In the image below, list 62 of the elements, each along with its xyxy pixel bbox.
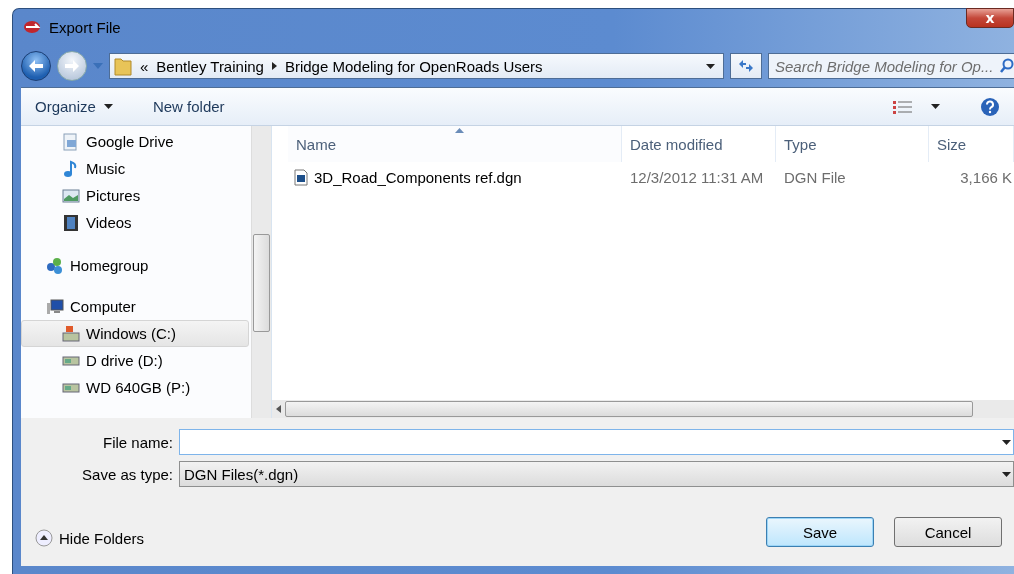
table-cell-text: DGN File: [783, 167, 847, 188]
folder-icon: [114, 56, 132, 76]
picture-icon: [62, 186, 80, 205]
sidebar-item[interactable]: Google Drive: [21, 128, 249, 155]
sidebar-item[interactable]: WD 640GB (P:): [21, 374, 249, 401]
breadcrumb-arrow-icon: [271, 62, 277, 70]
close-button[interactable]: x: [966, 8, 1014, 28]
drive-icon: [62, 324, 80, 343]
document-icon: [62, 132, 80, 151]
app-logo-icon: [23, 19, 41, 35]
computer-icon: [46, 297, 64, 316]
table-cell-text: 3,166 K: [959, 167, 1013, 188]
help-icon[interactable]: [980, 96, 1000, 117]
back-button[interactable]: [21, 51, 51, 81]
field-label: File name:: [101, 433, 173, 451]
sidebar-item[interactable]: Music: [21, 155, 249, 182]
sidebar-item[interactable]: Homegroup: [21, 252, 249, 279]
breadcrumb[interactable]: Bentley Training: [156, 57, 264, 75]
sidebar-item[interactable]: D drive (D:): [21, 347, 249, 374]
search-field[interactable]: Search Bridge Modeling for Op...: [768, 53, 1014, 79]
dialog-button[interactable]: Cancel: [894, 517, 1002, 547]
forward-button[interactable]: [57, 51, 87, 81]
refresh-arrows-icon: [738, 59, 754, 73]
dropdown-caret-icon: [1002, 439, 1011, 445]
window-title: Export File: [49, 18, 122, 36]
view-caret-icon: [931, 104, 940, 109]
homegroup-icon: [46, 256, 64, 275]
sidebar-scrollbar[interactable]: [251, 126, 271, 418]
table-cell: 3D_Road_Components ref.dgn: [288, 162, 622, 192]
address-bar[interactable]: « Bentley Training Bridge Modeling for OpenRoads Users: [109, 53, 724, 79]
collapse-circle-icon: [35, 529, 53, 547]
horizontal-scrollbar[interactable]: [272, 400, 1014, 418]
left-arrow-icon: [28, 59, 44, 73]
column-header[interactable]: Name: [288, 126, 622, 162]
overflow-chevron[interactable]: «: [140, 57, 149, 75]
right-arrow-icon: [64, 59, 80, 73]
refresh-button[interactable]: [730, 53, 762, 79]
breadcrumb[interactable]: Bridge Modeling for OpenRoads Users: [284, 57, 543, 75]
sidebar-item[interactable]: Computer: [21, 293, 249, 320]
file-name-field[interactable]: [179, 429, 1014, 455]
scroll-left-icon: [276, 405, 281, 413]
table-cell-text: 12/3/2012 11:31 AM: [629, 167, 765, 188]
toolbar-button[interactable]: New folder: [152, 98, 225, 115]
search-icon: [1000, 58, 1014, 74]
file-type-select[interactable]: DGN Files(*.dgn): [179, 461, 1014, 487]
dropdown-caret-icon: [706, 63, 715, 69]
sidebar-item[interactable]: Pictures: [21, 182, 249, 209]
sidebar-item[interactable]: Windows (C:): [21, 320, 249, 347]
hide-folders-button[interactable]: Hide Folders: [35, 529, 145, 547]
field-label: Save as type:: [81, 465, 173, 483]
sort-arrow-icon: [454, 128, 464, 133]
film-icon: [62, 213, 80, 232]
toolbar-button[interactable]: Organize: [35, 98, 113, 115]
dropdown-caret-icon: [1002, 471, 1011, 477]
drive-icon: [62, 382, 80, 393]
file-row[interactable]: 3D_Road_Components ref.dgn 12/3/2012 11:31 AM DGN File 3,166 K: [272, 162, 1014, 192]
dialog-button[interactable]: Save: [766, 517, 874, 547]
dgn-file-icon: [294, 168, 308, 186]
drive-icon: [62, 355, 80, 366]
view-options-icon[interactable]: [893, 99, 915, 114]
sidebar-item[interactable]: Videos: [21, 209, 249, 236]
caret-icon: [103, 104, 113, 109]
